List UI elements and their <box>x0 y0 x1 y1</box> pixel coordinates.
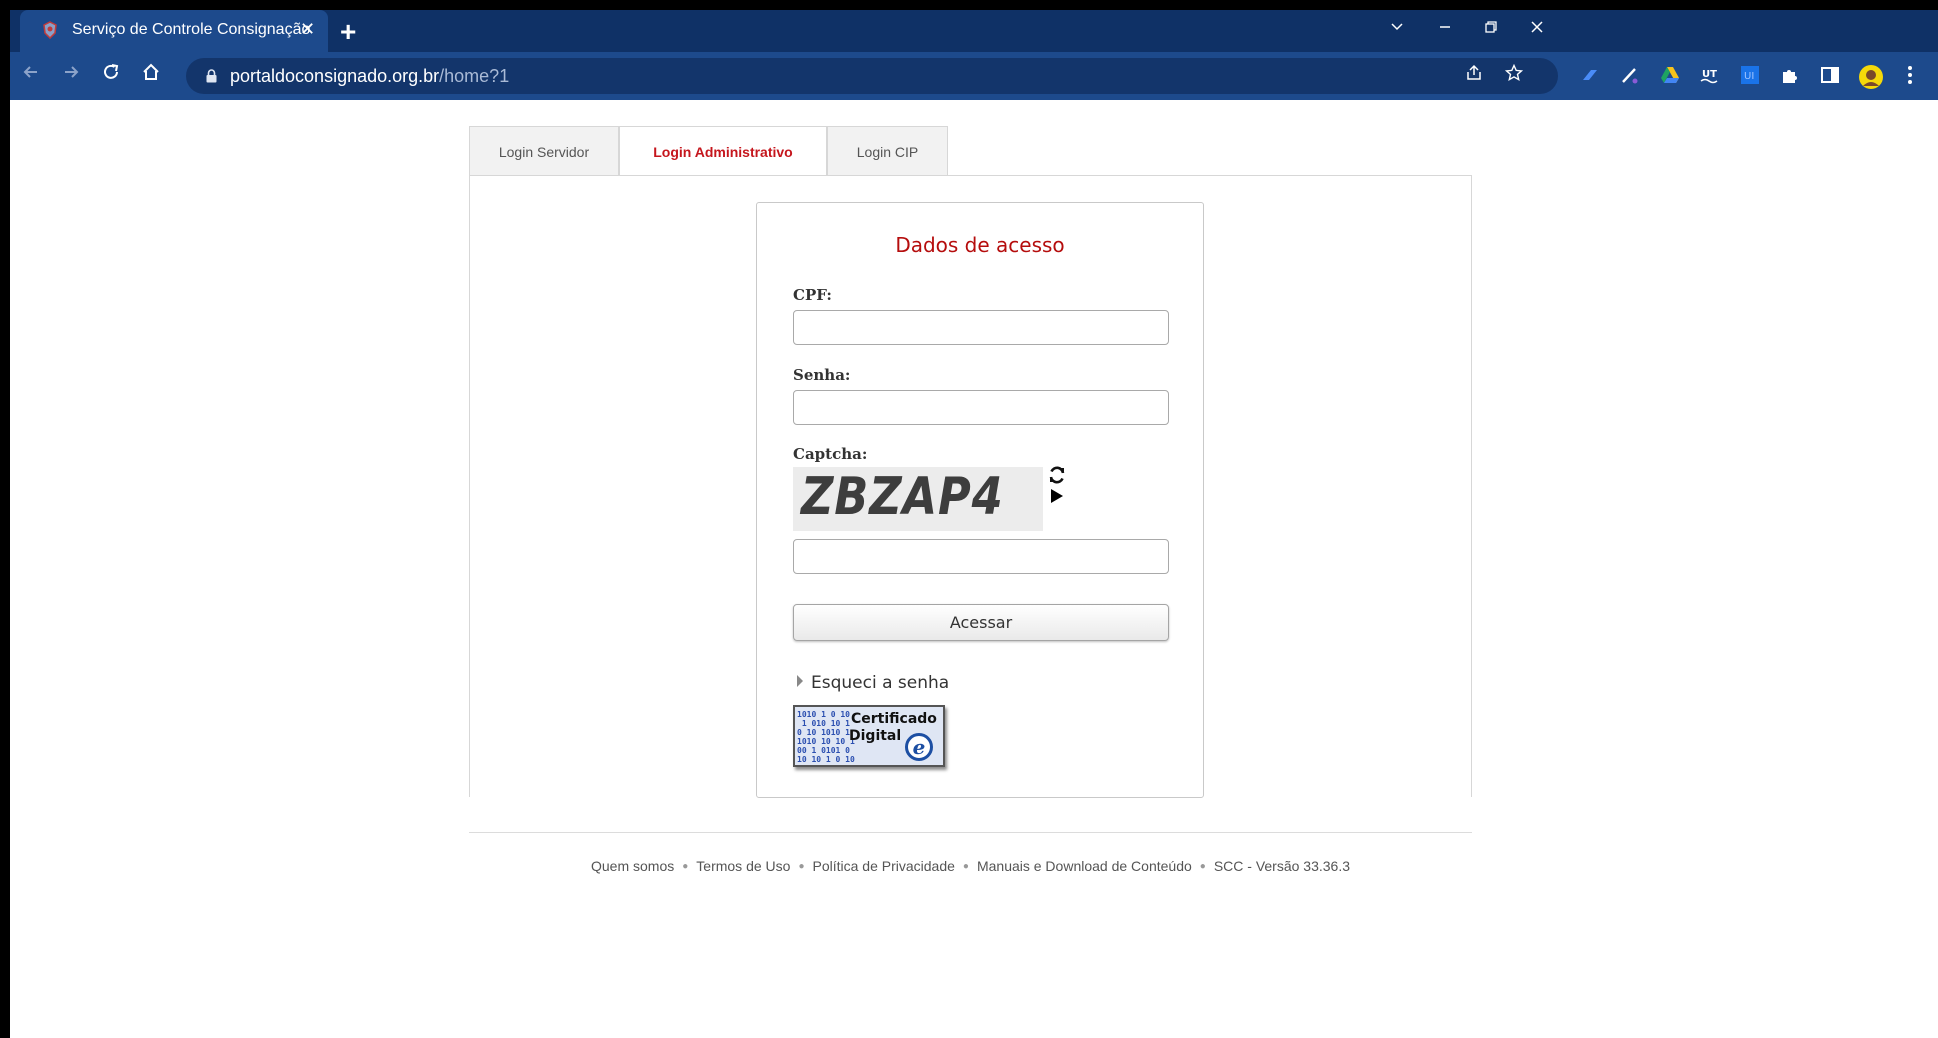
binary-pattern-icon: 1010 1 0 10 1 010 10 1 0 10 1010 1 1010 … <box>797 710 855 764</box>
url-text: portaldoconsignado.org.br/home?1 <box>230 66 509 87</box>
senha-field[interactable] <box>793 390 1169 425</box>
extension-pen-icon[interactable] <box>1578 64 1602 88</box>
certificate-line2: Digital <box>849 728 902 744</box>
page-content: Login Servidor Login Administrativo Logi… <box>10 100 1938 1038</box>
footer-version: SCC - Versão 33.36.3 <box>1213 858 1350 874</box>
bookmark-star-icon[interactable] <box>1502 63 1526 88</box>
extensions-puzzle-icon[interactable] <box>1778 64 1802 88</box>
minimize-icon[interactable] <box>1430 18 1460 39</box>
forgot-password-label: Esqueci a senha <box>811 673 950 693</box>
browser-tab[interactable]: Serviço de Controle Consignação ✕ <box>20 10 328 52</box>
tab-title: Serviço de Controle Consignação <box>72 21 311 38</box>
bullet-separator: ● <box>682 861 689 872</box>
reload-icon[interactable] <box>96 62 126 88</box>
browser-tab-bar: Serviço de Controle Consignação ✕ + <box>10 10 1938 52</box>
captcha-text: ZBZAP4 <box>801 467 1004 527</box>
bullet-separator: ● <box>1199 861 1206 872</box>
google-drive-icon[interactable] <box>1658 64 1682 88</box>
tab-search-icon[interactable] <box>1382 18 1412 39</box>
captcha-label: Captcha: <box>793 445 868 463</box>
senha-label: Senha: <box>793 366 851 384</box>
footer-link-politica-privacidade[interactable]: Política de Privacidade <box>812 858 954 874</box>
tab-login-cip[interactable]: Login CIP <box>827 126 948 176</box>
extension-ut-icon[interactable]: UT <box>1698 64 1722 88</box>
cpf-label: CPF: <box>793 286 832 304</box>
footer-link-manuais-download[interactable]: Manuais e Download de Conteúdo <box>977 858 1192 874</box>
browser-menu-icon[interactable] <box>1898 64 1922 88</box>
home-icon[interactable] <box>136 62 166 88</box>
acessar-button[interactable]: Acessar <box>793 604 1169 641</box>
new-tab-button[interactable]: + <box>340 16 356 48</box>
refresh-captcha-icon[interactable] <box>1047 465 1069 487</box>
footer-links: Quem somos ● Termos de Uso ● Política de Pri… <box>469 858 1472 874</box>
forgot-password-link[interactable]: Esqueci a senha <box>797 673 949 693</box>
close-window-icon[interactable] <box>1522 18 1552 39</box>
tab-login-administrativo[interactable]: Login Administrativo <box>619 126 827 178</box>
footer-link-quem-somos[interactable]: Quem somos <box>591 858 674 874</box>
svg-text:UT: UT <box>1702 69 1717 80</box>
cpf-field[interactable] <box>793 310 1169 345</box>
browser-toolbar: portaldoconsignado.org.br/home?1 UT UI <box>10 52 1938 100</box>
login-panel: Dados de acesso CPF: Senha: Captcha: ZBZ… <box>469 175 1472 798</box>
footer-link-termos-de-uso[interactable]: Termos de Uso <box>696 858 790 874</box>
bullet-separator: ● <box>962 861 969 872</box>
site-favicon-icon <box>43 21 57 39</box>
login-form: Dados de acesso CPF: Senha: Captcha: ZBZ… <box>756 202 1204 798</box>
certificate-line1: Certificado <box>851 711 937 727</box>
tab-login-servidor[interactable]: Login Servidor <box>469 126 619 176</box>
digital-certificate-button[interactable]: 1010 1 0 10 1 010 10 1 0 10 1010 1 1010 … <box>793 705 945 767</box>
triangle-right-icon <box>797 675 803 687</box>
e-certificate-icon: e <box>905 733 933 761</box>
play-audio-captcha-icon[interactable] <box>1049 488 1067 506</box>
extension-ui-icon[interactable]: UI <box>1738 64 1762 88</box>
restore-icon[interactable] <box>1476 18 1506 39</box>
url-host: portaldoconsignado.org.br <box>230 66 440 86</box>
lock-icon <box>206 69 217 83</box>
back-arrow-icon[interactable] <box>16 62 46 88</box>
url-path: /home?1 <box>439 66 510 86</box>
captcha-image: ZBZAP4 <box>793 467 1043 531</box>
bullet-separator: ● <box>798 861 805 872</box>
profile-avatar[interactable] <box>1858 64 1883 89</box>
forward-arrow-icon[interactable] <box>56 62 86 88</box>
svg-text:UI: UI <box>1744 71 1754 82</box>
captcha-field[interactable] <box>793 539 1169 574</box>
footer-divider <box>469 832 1472 833</box>
tab-close-icon[interactable]: ✕ <box>300 19 315 40</box>
address-bar[interactable]: portaldoconsignado.org.br/home?1 <box>186 58 1558 94</box>
browser-window: Serviço de Controle Consignação ✕ + port… <box>10 10 1938 1038</box>
side-panel-icon[interactable] <box>1818 64 1842 88</box>
extension-edit-icon[interactable] <box>1618 64 1642 88</box>
form-heading: Dados de acesso <box>895 233 1065 257</box>
share-icon[interactable] <box>1462 64 1486 88</box>
